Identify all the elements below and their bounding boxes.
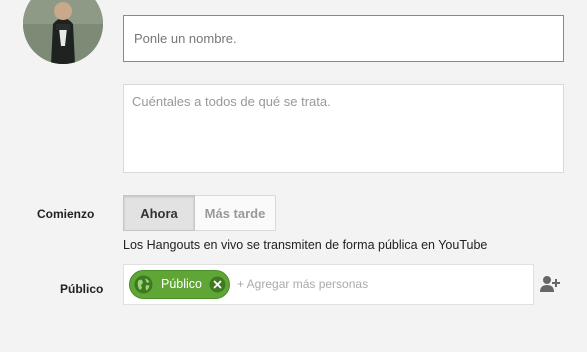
audience-label: Público [60,282,104,296]
hangout-description-input[interactable] [123,84,564,173]
add-person-icon[interactable] [540,275,560,293]
start-now-button[interactable]: Ahora [123,195,195,231]
start-time-toggle: Ahora Más tarde [123,195,276,231]
close-icon[interactable] [209,276,226,293]
broadcast-notice: Los Hangouts en vivo se transmiten de fo… [123,238,488,252]
avatar [23,0,103,64]
start-label: Comienzo [37,207,95,221]
public-audience-chip: Público [129,270,230,299]
create-hangout-form: Comienzo Ahora Más tarde Los Hangouts en… [0,0,587,352]
globe-icon [134,275,153,294]
hangout-name-input[interactable] [123,15,564,62]
start-later-button[interactable]: Más tarde [195,195,276,231]
audience-field[interactable]: Público [123,264,534,305]
add-people-input[interactable] [237,277,517,291]
public-chip-label: Público [161,277,202,291]
